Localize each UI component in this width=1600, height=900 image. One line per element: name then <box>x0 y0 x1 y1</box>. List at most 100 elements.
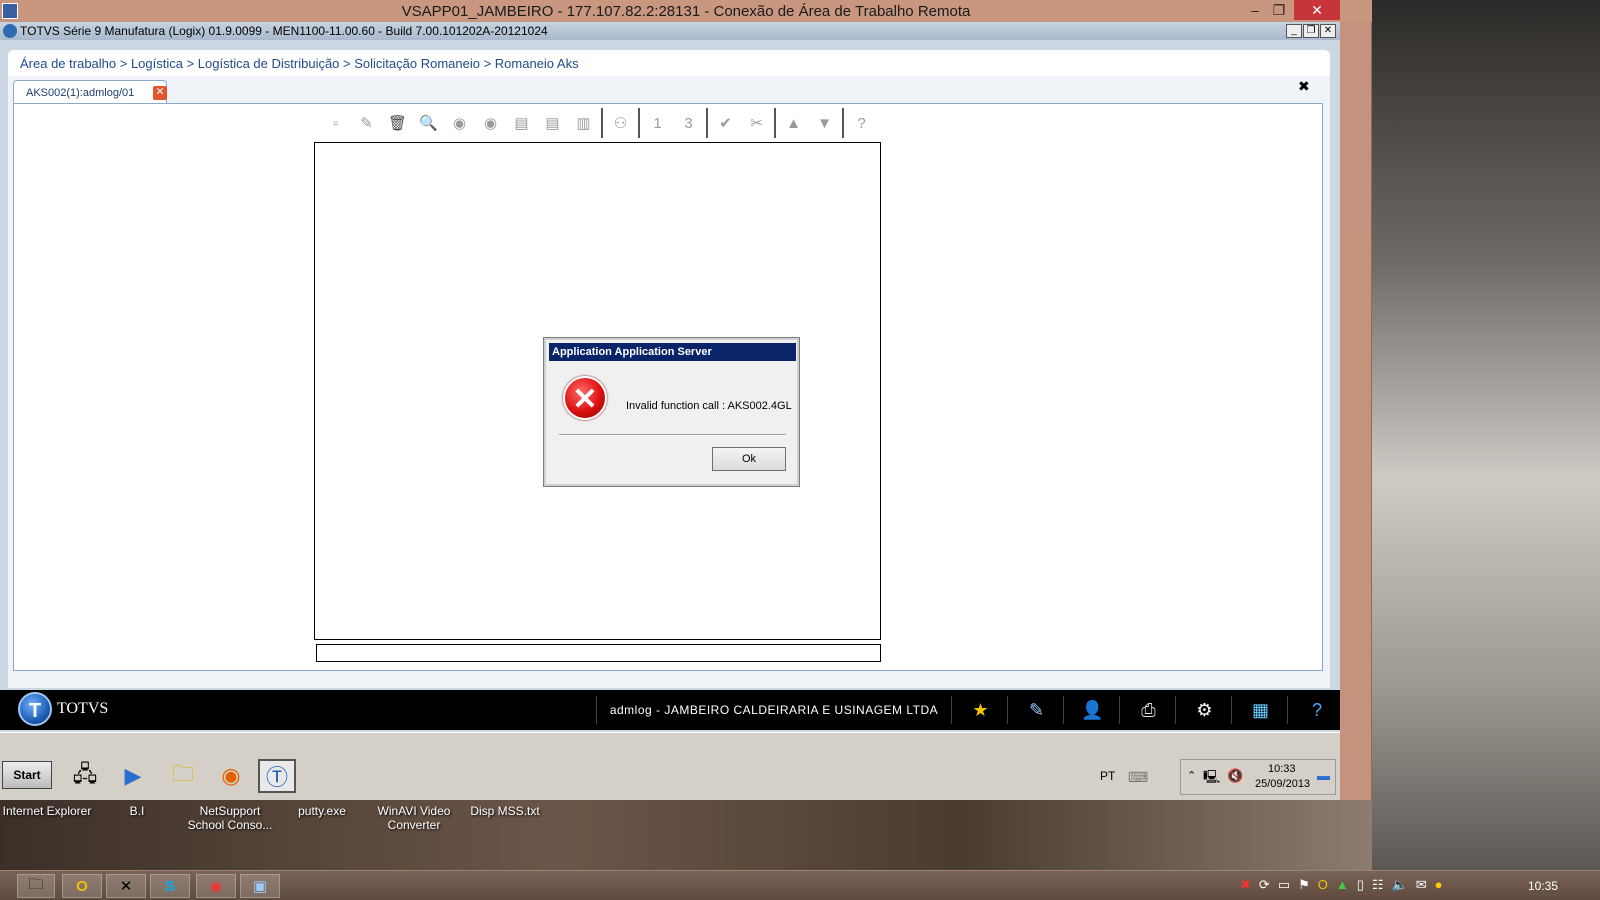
totvs-app-icon <box>3 24 17 38</box>
remote-clock-date[interactable]: 25/09/2013 <box>1255 778 1310 790</box>
close-button[interactable]: ✕ <box>1294 0 1340 20</box>
outlook-icon: O <box>76 877 88 895</box>
clean-icon[interactable]: ✎ <box>1010 696 1064 724</box>
help-circle-icon[interactable]: ? <box>1290 696 1344 724</box>
host-system-tray: ✖ ⟳ ▭ ⚑ O ▲ ▯ ☷ 🔈 ✉ ● <box>1240 877 1443 893</box>
breadcrumb[interactable]: Área de trabalho > Logística > Logística… <box>8 50 1330 76</box>
filter-icon[interactable]: ▼ <box>809 109 840 137</box>
battery-icon[interactable]: ▯ <box>1357 877 1364 893</box>
confirm-icon[interactable]: ✔ <box>710 109 741 137</box>
desktop-icon-label: NetSupport <box>199 804 261 818</box>
error-icon: ✕ <box>563 376 607 420</box>
host-taskbar: 🗀 O ✕ S ◉ ▣ ✖ ⟳ ▭ ⚑ O ▲ ▯ ☷ 🔈 ✉ ● 10:35 <box>0 870 1600 900</box>
remote-desktop-window: VSAPP01_JAMBEIRO - 177.107.82.2:28131 - … <box>0 0 1372 800</box>
totvs-task-icon[interactable]: Ⓣ <box>258 759 296 793</box>
volume-muted-icon[interactable]: 🔇 <box>1227 768 1243 784</box>
logix-close-button[interactable]: ✕ <box>1320 24 1336 38</box>
edit-icon[interactable]: ✎ <box>351 109 382 137</box>
network-icon[interactable]: ☷ <box>1372 877 1384 893</box>
search-icon[interactable]: 🔍 <box>413 109 444 137</box>
last-icon[interactable]: ▤ <box>537 109 568 137</box>
totvs-logo-icon[interactable]: T <box>18 692 52 726</box>
chart-icon[interactable]: ▦ <box>1234 696 1288 724</box>
flag-icon[interactable]: ⚑ <box>1298 877 1310 893</box>
drive-icon[interactable]: ▲ <box>1336 877 1349 893</box>
outlook-tray-icon[interactable]: O <box>1318 877 1328 893</box>
outlook-task[interactable]: O <box>62 874 102 898</box>
panel-close-icon[interactable]: ✖ <box>1298 78 1310 95</box>
mail-icon[interactable]: ✉ <box>1416 877 1427 893</box>
logix-restore-button[interactable]: ❐ <box>1303 24 1319 38</box>
show-hidden-icons-icon[interactable]: ⌃ <box>1187 769 1196 782</box>
host-clock[interactable]: 10:35 <box>1528 879 1558 893</box>
folder-icon[interactable]: 🗀 <box>164 759 202 793</box>
remote-desktop-icon: ▣ <box>252 878 268 895</box>
up-icon[interactable]: ▲ <box>778 109 809 137</box>
number-three-icon[interactable]: 3 <box>673 109 704 137</box>
chrome-icon: ◉ <box>209 878 223 895</box>
user-icon[interactable]: 👤 <box>1066 696 1120 724</box>
first-icon[interactable]: ▤ <box>506 109 537 137</box>
ok-button[interactable]: Ok <box>712 447 786 471</box>
start-button[interactable]: Start <box>2 761 52 789</box>
binoculars-icon[interactable]: ⚇ <box>605 109 636 137</box>
remote-desktop-task[interactable]: ▣ <box>240 874 280 898</box>
toolbar-separator <box>842 108 844 138</box>
logix-title: TOTVS Série 9 Manufatura (Logix) 01.9.00… <box>20 24 548 38</box>
logix-window: TOTVS Série 9 Manufatura (Logix) 01.9.00… <box>0 22 1340 800</box>
settings-icon[interactable]: ⚙ <box>1178 696 1232 724</box>
rdp-title: VSAPP01_JAMBEIRO - 177.107.82.2:28131 - … <box>401 3 971 20</box>
volume-icon[interactable]: 🔈 <box>1392 877 1408 893</box>
totvs-bar: T TOTVS admlog - JAMBEIRO CALDEIRARIA E … <box>0 690 1340 730</box>
antivirus-icon[interactable]: ✖ <box>1240 877 1251 893</box>
remote-clock-time[interactable]: 10:33 <box>1268 763 1296 775</box>
file-explorer-task[interactable]: 🗀 <box>17 874 55 898</box>
totvs-brand: TOTVS <box>57 700 109 717</box>
skype-task[interactable]: S <box>150 874 190 898</box>
alert-icon[interactable]: ● <box>1435 877 1443 893</box>
user-company-info: admlog - JAMBEIRO CALDEIRARIA E USINAGEM… <box>596 696 952 724</box>
rdp-title-bar[interactable]: VSAPP01_JAMBEIRO - 177.107.82.2:28131 - … <box>0 0 1372 22</box>
tab-close-icon[interactable]: ✕ <box>153 86 167 100</box>
powershell-icon[interactable]: ▶ <box>114 759 152 793</box>
desktop-icon-label: WinAVI Video <box>377 804 451 818</box>
tools-task[interactable]: ✕ <box>106 874 146 898</box>
next-icon[interactable]: ◉ <box>475 109 506 137</box>
firefox-icon[interactable]: ◉ <box>212 759 250 793</box>
chrome-task[interactable]: ◉ <box>196 874 236 898</box>
tools-icon[interactable]: ✂ <box>741 109 772 137</box>
monitor-icon[interactable]: ▭ <box>1278 877 1290 893</box>
favorites-icon[interactable]: ★ <box>954 696 1008 724</box>
print-icon[interactable]: ▥ <box>568 109 599 137</box>
logix-minimize-button[interactable]: _ <box>1286 24 1302 38</box>
logix-title-bar[interactable]: TOTVS Série 9 Manufatura (Logix) 01.9.00… <box>0 22 1340 40</box>
printer-icon[interactable]: ⎙ <box>1122 696 1176 724</box>
show-desktop-icon[interactable]: ▬ <box>1317 768 1330 783</box>
restore-button[interactable]: ❐ <box>1264 0 1294 20</box>
keyboard-icon[interactable]: ⌨ <box>1128 769 1148 786</box>
desktop-icon-label-line2: Converter <box>387 818 441 832</box>
sync-icon[interactable]: ⟳ <box>1259 877 1270 893</box>
delete-icon[interactable]: 🗑 <box>382 109 413 137</box>
dialog-divider <box>559 434 786 436</box>
tab-label: AKS002(1):admlog/01 <box>26 87 135 99</box>
prev-icon[interactable]: ◉ <box>444 109 475 137</box>
dialog-title[interactable]: Application Application Server <box>549 343 796 361</box>
new-icon[interactable]: ▫ <box>320 109 351 137</box>
network-tray-icon[interactable]: 🖳 <box>1203 768 1220 790</box>
toolbar-separator <box>638 108 640 138</box>
network-computer-icon[interactable]: 🖧 <box>66 759 104 793</box>
folder-icon: 🗀 <box>28 875 44 893</box>
tools-icon: ✕ <box>119 878 133 895</box>
desktop-icon-label: putty.exe <box>298 804 346 818</box>
number-one-icon[interactable]: 1 <box>642 109 673 137</box>
toolbar-separator <box>706 108 708 138</box>
language-indicator[interactable]: PT <box>1100 769 1115 783</box>
desktop-icon-label: Internet Explorer <box>2 804 92 818</box>
desktop-icon-label: B.I <box>129 804 145 818</box>
toolbar-separator <box>601 108 603 138</box>
remote-taskbar: Start 🖧 ▶ 🗀 ◉ Ⓣ PT ⌨ ⌃ 🖳 🔇 ▬ 10:33 25/09… <box>0 732 1340 800</box>
help-icon[interactable]: ? <box>846 109 877 137</box>
tab-aks002[interactable]: AKS002(1):admlog/01 ✕ <box>13 80 167 104</box>
desktop-wallpaper-area <box>1372 0 1600 870</box>
